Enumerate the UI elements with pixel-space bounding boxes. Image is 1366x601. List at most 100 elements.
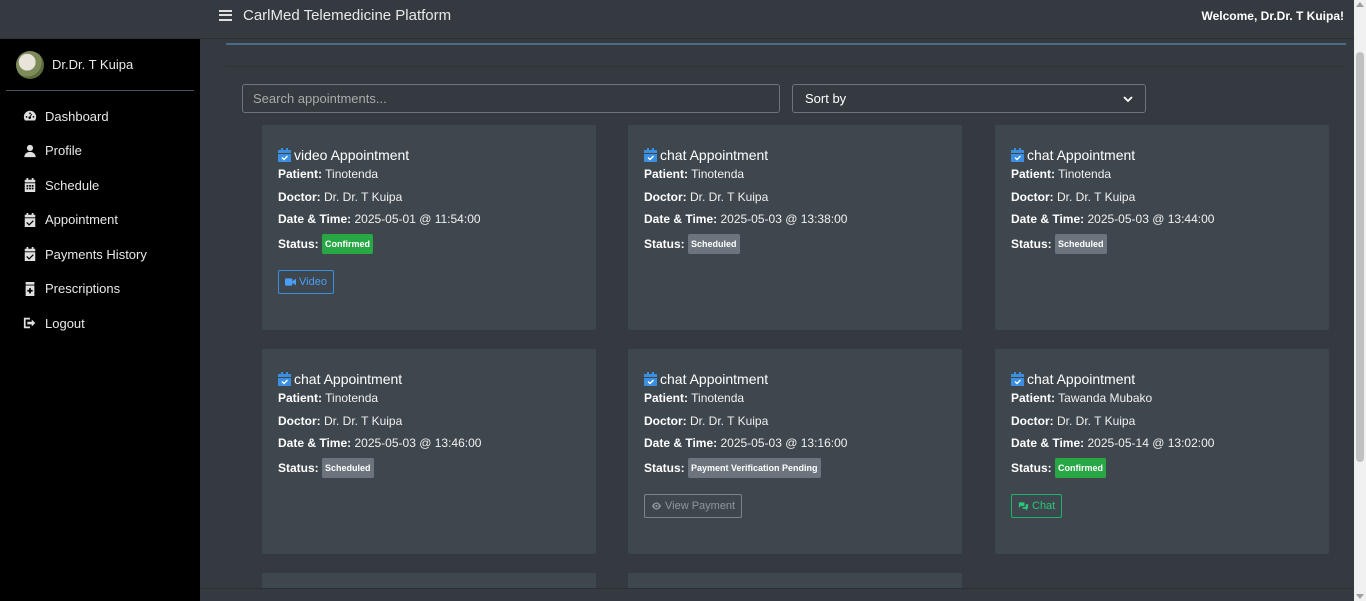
status-line: Status: Payment Verification Pending bbox=[644, 457, 946, 481]
appointment-title: chat Appointment bbox=[644, 371, 946, 387]
status-label: Status: bbox=[278, 460, 319, 475]
top-navbar: CarlMed Telemedicine Platform Welcome, D… bbox=[200, 0, 1354, 39]
welcome-message: Welcome, Dr.Dr. T Kuipa! bbox=[1201, 9, 1344, 23]
doctor-line: Doctor: Dr. Dr. T Kuipa bbox=[1011, 189, 1313, 212]
datetime-label: Date & Time: bbox=[644, 212, 718, 226]
sort-select-label: Sort by bbox=[805, 91, 847, 106]
appointment-type: chat Appointment bbox=[1027, 371, 1136, 387]
calendar-check-icon bbox=[278, 372, 291, 386]
status-label: Status: bbox=[1011, 236, 1052, 251]
bottom-strip bbox=[200, 588, 1354, 601]
patient-name: Tinotenda bbox=[325, 167, 379, 181]
appointment-card: chat Appointment Patient: Tinotenda Doctor… bbox=[628, 349, 962, 554]
video-button[interactable]: Video bbox=[278, 270, 334, 294]
sidebar: Dr.Dr. T Kuipa Dashboard Profile Schedul… bbox=[0, 0, 200, 601]
sidebar-top-bar bbox=[0, 0, 200, 39]
patient-name: Tawanda Mubako bbox=[1058, 391, 1153, 405]
appointment-card: chat Appointment Patient: Tawanda Mubako D… bbox=[995, 349, 1329, 554]
sidebar-item-dashboard[interactable]: Dashboard bbox=[0, 99, 200, 134]
view-payment-button[interactable]: View Payment bbox=[644, 494, 743, 518]
status-line: Status: Confirmed bbox=[1011, 457, 1313, 481]
doctor-name: Dr. Dr. T Kuipa bbox=[324, 189, 403, 204]
search-input[interactable] bbox=[242, 84, 780, 113]
doctor-name: Dr. Dr. T Kuipa bbox=[1057, 413, 1136, 428]
sidebar-nav: Dashboard Profile Schedule Appointment P… bbox=[0, 99, 200, 341]
doctor-line: Doctor: Dr. Dr. T Kuipa bbox=[278, 189, 580, 212]
avatar[interactable] bbox=[16, 50, 44, 79]
app-title: CarlMed Telemedicine Platform bbox=[243, 6, 452, 24]
calendar-check-icon bbox=[644, 372, 657, 386]
appointment-datetime: 2025-05-01 @ 11:54:00 bbox=[354, 212, 481, 226]
status-badge: Scheduled bbox=[688, 233, 740, 254]
datetime-line: Date & Time: 2025-05-03 @ 13:44:00 bbox=[1011, 211, 1313, 234]
sidebar-item-label: Schedule bbox=[45, 177, 100, 193]
user-icon bbox=[22, 143, 38, 159]
status-line: Status: Scheduled bbox=[278, 457, 580, 481]
doctor-label: Doctor: bbox=[644, 413, 687, 428]
scroll-down-arrow-icon[interactable] bbox=[1356, 594, 1364, 599]
appointment-datetime: 2025-05-03 @ 13:38:00 bbox=[720, 212, 848, 226]
datetime-line: Date & Time: 2025-05-03 @ 13:38:00 bbox=[644, 211, 946, 234]
appointment-type: chat Appointment bbox=[1027, 147, 1136, 163]
appointment-type: video Appointment bbox=[294, 147, 410, 163]
patient-label: Patient: bbox=[278, 391, 323, 405]
sidebar-item-prescriptions[interactable]: Prescriptions bbox=[0, 272, 200, 307]
patient-label: Patient: bbox=[644, 167, 689, 181]
eye-icon bbox=[651, 502, 662, 510]
status-label: Status: bbox=[278, 236, 319, 251]
chat-bubbles-icon bbox=[1018, 502, 1029, 511]
calendar-check-icon bbox=[644, 148, 657, 162]
status-badge: Scheduled bbox=[1055, 233, 1107, 254]
appointment-datetime: 2025-05-14 @ 13:02:00 bbox=[1087, 436, 1215, 450]
scroll-up-arrow-icon[interactable] bbox=[1356, 2, 1364, 7]
appointment-type: chat Appointment bbox=[660, 371, 769, 387]
sidebar-item-label: Logout bbox=[45, 315, 85, 331]
patient-line: Patient: Tinotenda bbox=[278, 390, 580, 413]
status-line: Status: Scheduled bbox=[644, 233, 946, 257]
doctor-line: Doctor: Dr. Dr. T Kuipa bbox=[644, 189, 946, 212]
patient-name: Tinotenda bbox=[691, 167, 745, 181]
status-line: Status: Scheduled bbox=[1011, 233, 1313, 257]
user-panel[interactable]: Dr.Dr. T Kuipa bbox=[6, 39, 194, 91]
status-badge: Scheduled bbox=[322, 457, 374, 478]
patient-line: Patient: Tinotenda bbox=[644, 166, 946, 189]
prescription-icon bbox=[22, 281, 38, 297]
doctor-name: Dr. Dr. T Kuipa bbox=[1057, 189, 1136, 204]
datetime-line: Date & Time: 2025-05-14 @ 13:02:00 bbox=[1011, 435, 1313, 458]
patient-line: Patient: Tinotenda bbox=[278, 166, 580, 189]
sidebar-item-profile[interactable]: Profile bbox=[0, 134, 200, 169]
sidebar-item-appointment[interactable]: Appointment bbox=[0, 203, 200, 238]
doctor-name: Dr. Dr. T Kuipa bbox=[690, 189, 769, 204]
page-scrollbar[interactable] bbox=[1354, 0, 1366, 601]
sidebar-item-logout[interactable]: Logout bbox=[0, 306, 200, 341]
doctor-label: Doctor: bbox=[644, 189, 687, 204]
sidebar-item-payments-history[interactable]: Payments History bbox=[0, 237, 200, 272]
appointment-title: chat Appointment bbox=[644, 147, 946, 163]
panel-divider bbox=[226, 66, 1346, 67]
hamburger-menu-icon[interactable] bbox=[219, 9, 232, 21]
sidebar-item-label: Dashboard bbox=[45, 108, 109, 124]
video-camera-icon bbox=[285, 278, 296, 286]
status-badge: Payment Verification Pending bbox=[688, 457, 821, 478]
chat-button[interactable]: Chat bbox=[1011, 494, 1063, 518]
doctor-label: Doctor: bbox=[278, 413, 321, 428]
patient-label: Patient: bbox=[1011, 391, 1056, 405]
appointment-type: chat Appointment bbox=[660, 147, 769, 163]
status-label: Status: bbox=[1011, 460, 1052, 475]
scroll-thumb[interactable] bbox=[1356, 52, 1364, 462]
datetime-label: Date & Time: bbox=[278, 436, 352, 450]
appointment-card: chat Appointment Patient: Tinotenda Doctor… bbox=[628, 125, 962, 330]
sidebar-item-schedule[interactable]: Schedule bbox=[0, 168, 200, 203]
appointment-card: chat Appointment Patient: Tinotenda Doctor… bbox=[995, 125, 1329, 330]
patient-name: Tinotenda bbox=[325, 391, 379, 405]
appointment-type: chat Appointment bbox=[294, 371, 403, 387]
calendar-check-icon bbox=[22, 212, 38, 228]
calendar-icon bbox=[22, 177, 38, 193]
appointment-title: chat Appointment bbox=[278, 371, 580, 387]
sort-select[interactable]: Sort by bbox=[792, 84, 1146, 113]
appointment-title: chat Appointment bbox=[1011, 147, 1313, 163]
user-name[interactable]: Dr.Dr. T Kuipa bbox=[52, 57, 133, 72]
sidebar-item-label: Payments History bbox=[45, 246, 147, 262]
logout-icon bbox=[22, 315, 38, 331]
doctor-line: Doctor: Dr. Dr. T Kuipa bbox=[278, 413, 580, 436]
